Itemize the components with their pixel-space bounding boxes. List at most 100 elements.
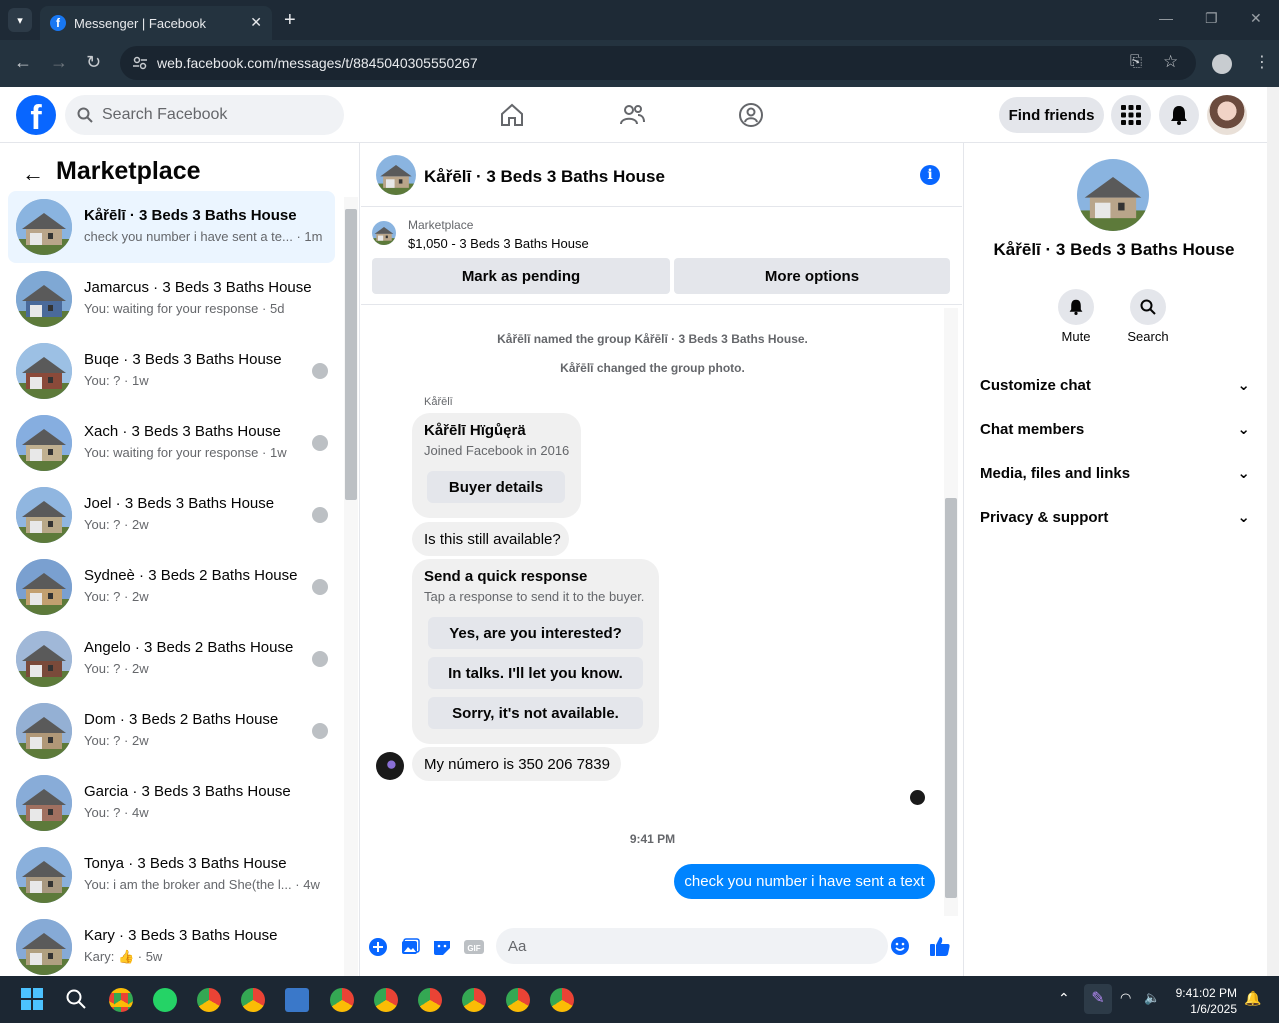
- chrome-taskbar-icon[interactable]: [374, 988, 398, 1012]
- taskbar-clock[interactable]: 9:41:02 PM 1/6/2025: [1170, 985, 1237, 1017]
- conversation-item[interactable]: Dom · 3 Beds 2 Baths House You: ? · 2w: [8, 695, 335, 767]
- conversation-item[interactable]: Kary · 3 Beds 3 Baths House Kary: 👍 · 5w: [8, 911, 335, 976]
- chrome-taskbar-icon[interactable]: [462, 988, 486, 1012]
- buyer-joined: Joined Facebook in 2016: [424, 443, 570, 458]
- chat-members-section[interactable]: Chat members ⌄: [980, 407, 1250, 451]
- windows-start-icon[interactable]: [21, 988, 43, 1010]
- tab-close-icon[interactable]: ✕: [250, 14, 262, 31]
- tray-expand-icon[interactable]: ⌃: [1058, 990, 1070, 1007]
- conversation-preview: You: ? · 2w: [84, 589, 149, 604]
- chrome-taskbar-icon[interactable]: [418, 988, 442, 1012]
- search-conversation-button[interactable]: [1130, 289, 1166, 325]
- info-icon[interactable]: i: [920, 165, 940, 185]
- like-thumb-icon[interactable]: [929, 935, 951, 957]
- sender-avatar[interactable]: [376, 752, 404, 780]
- profile-avatar[interactable]: [1207, 95, 1247, 135]
- buyer-details-button[interactable]: Buyer details: [427, 471, 565, 503]
- notification-bell-icon[interactable]: 🔔: [1244, 990, 1261, 1007]
- conversation-scroll-thumb[interactable]: [345, 209, 357, 500]
- conversation-item[interactable]: Xach · 3 Beds 3 Baths House You: waiting…: [8, 407, 335, 479]
- facebook-search-input[interactable]: Search Facebook: [65, 95, 344, 135]
- conversation-item[interactable]: Jamarcus · 3 Beds 3 Baths House You: wai…: [8, 263, 335, 335]
- photo-icon[interactable]: [400, 937, 420, 957]
- chat-title[interactable]: Kåřēlī · 3 Beds 3 Baths House: [424, 167, 665, 187]
- forward-icon[interactable]: →: [50, 52, 68, 73]
- bookmark-star-icon[interactable]: ☆: [1163, 52, 1178, 72]
- customize-chat-section[interactable]: Customize chat ⌄: [980, 363, 1250, 407]
- preview-text: You: waiting for your response: [84, 301, 259, 316]
- site-info-icon[interactable]: [132, 55, 148, 71]
- outgoing-message[interactable]: check you number i have sent a text: [674, 864, 935, 899]
- back-icon[interactable]: ←: [14, 52, 32, 73]
- conversation-name: Jamarcus · 3 Beds 3 Baths House: [84, 279, 312, 296]
- omnibox[interactable]: web.facebook.com/messages/t/884504030555…: [120, 46, 1196, 80]
- notepad-taskbar-icon[interactable]: [285, 988, 309, 1012]
- chevron-down-icon: ⌄: [1237, 421, 1250, 438]
- gif-icon[interactable]: GIF: [464, 937, 484, 957]
- conversation-item[interactable]: Joel · 3 Beds 3 Baths House You: ? · 2w: [8, 479, 335, 551]
- conversation-item[interactable]: Angelo · 3 Beds 2 Baths House You: ? · 2…: [8, 623, 335, 695]
- mark-as-pending-button[interactable]: Mark as pending: [372, 258, 670, 294]
- plus-icon[interactable]: [368, 937, 388, 957]
- listing-title[interactable]: $1,050 - 3 Beds 3 Baths House: [408, 236, 589, 251]
- incoming-message[interactable]: My número is 350 206 7839: [412, 747, 621, 781]
- back-arrow-icon[interactable]: ←: [22, 161, 44, 187]
- listing-thumbnail[interactable]: [372, 221, 396, 245]
- facebook-logo[interactable]: f: [16, 95, 56, 135]
- new-tab-icon[interactable]: +: [284, 9, 296, 32]
- chrome-profile-icon[interactable]: [1212, 54, 1232, 74]
- volume-icon[interactable]: 🔈: [1144, 990, 1160, 1006]
- conversation-name: Buqe · 3 Beds 3 Baths House: [84, 351, 282, 368]
- maximize-icon[interactable]: ❐: [1205, 10, 1218, 27]
- menu-grid-button[interactable]: [1111, 95, 1151, 135]
- friends-icon[interactable]: [618, 101, 646, 129]
- mute-button[interactable]: [1058, 289, 1094, 325]
- conversation-name: Garcia · 3 Beds 3 Baths House: [84, 783, 291, 800]
- preview-time: 4w: [131, 805, 149, 820]
- chat-scroll-thumb[interactable]: [945, 498, 957, 898]
- emoji-icon[interactable]: [890, 936, 910, 956]
- tray-app-icon[interactable]: ✎: [1084, 984, 1112, 1014]
- page-scrollbar[interactable]: [1267, 87, 1279, 976]
- chrome-taskbar-icon[interactable]: [330, 988, 354, 1012]
- chat-avatar[interactable]: [376, 155, 416, 195]
- conversation-name: Kåřēlī · 3 Beds 3 Baths House: [84, 207, 297, 224]
- message-input[interactable]: Aa: [496, 928, 909, 964]
- privacy-support-section[interactable]: Privacy & support ⌄: [980, 495, 1250, 539]
- notifications-button[interactable]: [1159, 95, 1199, 135]
- taskbar-search-icon[interactable]: [66, 989, 86, 1009]
- find-friends-button[interactable]: Find friends: [999, 97, 1104, 133]
- input-placeholder: Aa: [508, 937, 527, 955]
- install-app-icon[interactable]: ⎘: [1130, 53, 1142, 70]
- quick-response-button[interactable]: Sorry, it's not available.: [428, 697, 643, 729]
- chrome-taskbar-icon[interactable]: [506, 988, 530, 1012]
- tab-search-dropdown[interactable]: ▾: [8, 8, 32, 32]
- chrome-taskbar-icon[interactable]: [197, 988, 221, 1012]
- chrome-taskbar-icon[interactable]: [109, 988, 133, 1012]
- quick-response-button[interactable]: Yes, are you interested?: [428, 617, 643, 649]
- more-options-button[interactable]: More options: [674, 258, 950, 294]
- quick-response-button[interactable]: In talks. I'll let you know.: [428, 657, 643, 689]
- conversation-item[interactable]: Buqe · 3 Beds 3 Baths House You: ? · 1w: [8, 335, 335, 407]
- conversation-item[interactable]: Garcia · 3 Beds 3 Baths House You: ? · 4…: [8, 767, 335, 839]
- whatsapp-taskbar-icon[interactable]: [153, 988, 177, 1012]
- system-message: Kåřēlī named the group Kåřēlī · 3 Beds 3…: [497, 332, 808, 346]
- chrome-menu-icon[interactable]: ⋮: [1254, 52, 1270, 72]
- incoming-message[interactable]: Is this still available?: [412, 522, 569, 556]
- groups-icon[interactable]: [737, 101, 765, 129]
- chrome-taskbar-icon[interactable]: [241, 988, 265, 1012]
- details-avatar[interactable]: [1077, 159, 1149, 231]
- wifi-icon[interactable]: ◠: [1120, 990, 1131, 1006]
- house-thumbnail: [16, 487, 72, 543]
- home-icon[interactable]: [498, 101, 526, 129]
- browser-tab[interactable]: f Messenger | Facebook ✕: [40, 6, 272, 40]
- media-files-links-section[interactable]: Media, files and links ⌄: [980, 451, 1250, 495]
- chrome-taskbar-icon[interactable]: [550, 988, 574, 1012]
- close-window-icon[interactable]: ✕: [1250, 10, 1262, 27]
- minimize-icon[interactable]: —: [1159, 10, 1173, 26]
- conversation-item[interactable]: Sydneè · 3 Beds 2 Baths House You: ? · 2…: [8, 551, 335, 623]
- conversation-item[interactable]: Kåřēlī · 3 Beds 3 Baths House check you …: [8, 191, 335, 263]
- sticker-icon[interactable]: [432, 937, 452, 957]
- reload-icon[interactable]: ↻: [86, 52, 101, 73]
- conversation-item[interactable]: Tonya · 3 Beds 3 Baths House You: i am t…: [8, 839, 335, 911]
